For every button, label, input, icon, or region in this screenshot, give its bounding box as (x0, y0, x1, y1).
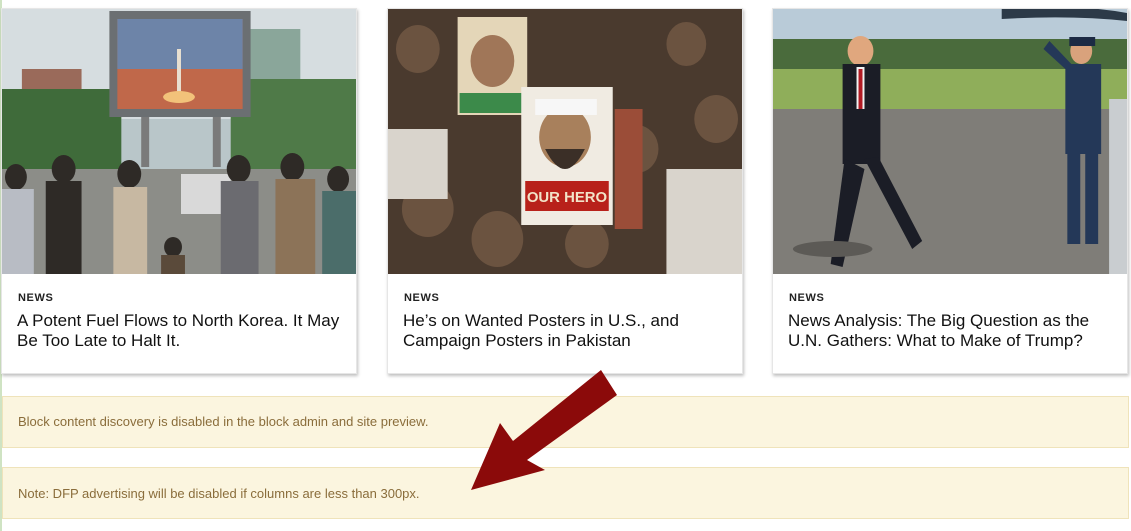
protest-crowd-photo: OUR HERO (388, 9, 742, 274)
poster-caption: OUR HERO (527, 189, 607, 206)
article-image[interactable]: OUR HERO (388, 9, 742, 274)
article-kicker: NEWS (18, 292, 54, 304)
article-kicker: NEWS (789, 292, 825, 304)
article-headline-link[interactable]: He’s on Wanted Posters in U.S., and Camp… (403, 311, 728, 351)
article-headline-link[interactable]: News Analysis: The Big Question as the U… (788, 311, 1113, 351)
article-kicker: NEWS (404, 292, 440, 304)
article-image[interactable] (2, 9, 356, 274)
article-card-un-trump[interactable]: NEWS News Analysis: The Big Question as … (772, 8, 1128, 374)
article-image[interactable] (773, 9, 1127, 274)
tarmac-walk-photo (773, 9, 1127, 274)
article-card-north-korea[interactable]: NEWS A Potent Fuel Flows to North Korea.… (1, 8, 357, 374)
article-card-pakistan[interactable]: OUR HERO NEWS He’s on Wanted Posters in … (387, 8, 743, 374)
crowd-watching-screen-photo (2, 9, 356, 274)
article-headline-link[interactable]: A Potent Fuel Flows to North Korea. It M… (17, 311, 342, 351)
block-discovery-notice: Block content discovery is disabled in t… (2, 396, 1129, 448)
dfp-advertising-notice: Note: DFP advertising will be disabled i… (2, 467, 1129, 519)
